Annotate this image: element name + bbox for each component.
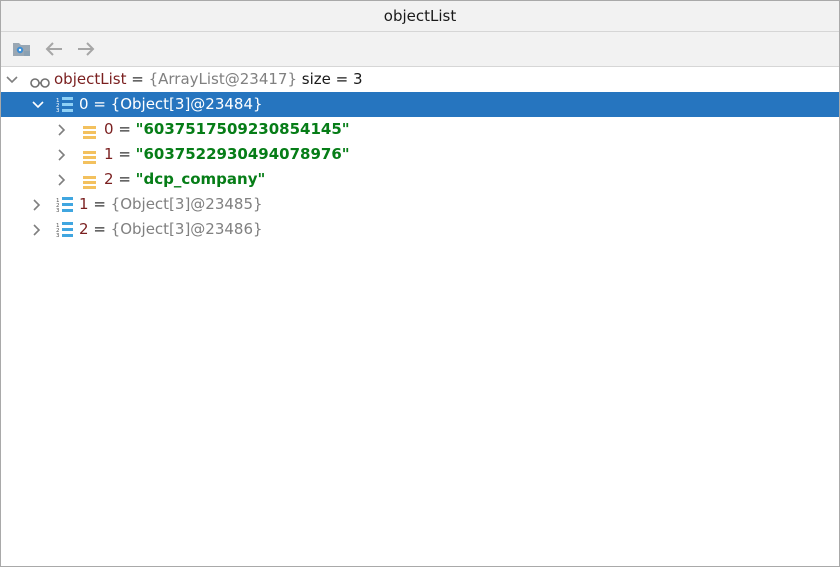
tree-row-root[interactable]: objectList = {ArrayList@23417} size = 3 (1, 67, 839, 92)
array-icon: 1 2 3 (56, 196, 74, 214)
string-value: "6037517509230854145" (135, 120, 350, 138)
chevron-down-icon[interactable] (31, 92, 45, 117)
string-value: "dcp_company" (135, 170, 266, 188)
item-index: 2 (79, 220, 89, 238)
equals-sign: = (113, 145, 136, 163)
child-label: 2 = "dcp_company" (104, 167, 265, 192)
arrow-left-icon (45, 42, 62, 56)
item-type: {Object[3]@23486} (110, 220, 263, 238)
chevron-right-icon[interactable] (55, 117, 69, 142)
tree-row-item-2[interactable]: 1 2 3 2 = {Object[3]@23486} (1, 217, 839, 242)
tree-row-child-0[interactable]: 0 = "6037517509230854145" (1, 117, 839, 142)
variable-type: {ArrayList@23417} (148, 70, 297, 88)
equals-sign: = (113, 120, 136, 138)
field-icon (83, 123, 101, 140)
chevron-down-icon[interactable] (5, 67, 19, 92)
child-label: 0 = "6037517509230854145" (104, 117, 350, 142)
equals-sign: = (88, 95, 111, 113)
chevron-right-icon[interactable] (55, 167, 69, 192)
chevron-right-icon[interactable] (30, 217, 44, 242)
equals-sign: = (113, 170, 136, 188)
variables-tree: objectList = {ArrayList@23417} size = 3 … (1, 67, 839, 242)
equals-sign: = (126, 70, 149, 88)
tree-row-child-1[interactable]: 1 = "6037522930494078976" (1, 142, 839, 167)
item-type: {Object[3]@23484} (110, 95, 263, 113)
svg-text:3: 3 (56, 208, 60, 213)
window-title: objectList (1, 1, 839, 32)
child-index: 0 (104, 120, 114, 138)
forward-button[interactable] (73, 36, 99, 62)
size-label: size = 3 (297, 70, 363, 88)
array-icon: 1 2 3 (56, 96, 74, 114)
restore-layout-button[interactable] (9, 36, 35, 62)
item-index: 0 (79, 95, 89, 113)
back-button[interactable] (41, 36, 67, 62)
svg-text:3: 3 (56, 108, 60, 113)
equals-sign: = (88, 195, 111, 213)
tree-row-item-1[interactable]: 1 2 3 1 = {Object[3]@23485} (1, 192, 839, 217)
item-label: 2 = {Object[3]@23486} (79, 217, 263, 242)
watch-glasses-icon (29, 72, 51, 89)
equals-sign: = (88, 220, 111, 238)
svg-text:3: 3 (56, 233, 60, 238)
item-label: 0 = {Object[3]@23484} (79, 92, 263, 117)
item-type: {Object[3]@23485} (110, 195, 263, 213)
variable-name: objectList (54, 70, 127, 88)
folder-settings-icon (13, 43, 30, 56)
tree-row-item-0[interactable]: 1 2 3 0 = {Object[3]@23484} (1, 92, 839, 117)
debugger-window: objectList objectList = {ArrayList@23417… (0, 0, 840, 567)
root-label: objectList = {ArrayList@23417} size = 3 (54, 67, 363, 92)
field-icon (83, 148, 101, 165)
chevron-right-icon[interactable] (55, 142, 69, 167)
child-index: 2 (104, 170, 114, 188)
string-value: "6037522930494078976" (135, 145, 350, 163)
item-index: 1 (79, 195, 89, 213)
arrow-right-icon (78, 42, 95, 56)
array-icon: 1 2 3 (56, 221, 74, 239)
toolbar (1, 32, 839, 67)
item-label: 1 = {Object[3]@23485} (79, 192, 263, 217)
chevron-right-icon[interactable] (30, 192, 44, 217)
child-index: 1 (104, 145, 114, 163)
field-icon (83, 173, 101, 190)
child-label: 1 = "6037522930494078976" (104, 142, 350, 167)
tree-row-child-2[interactable]: 2 = "dcp_company" (1, 167, 839, 192)
